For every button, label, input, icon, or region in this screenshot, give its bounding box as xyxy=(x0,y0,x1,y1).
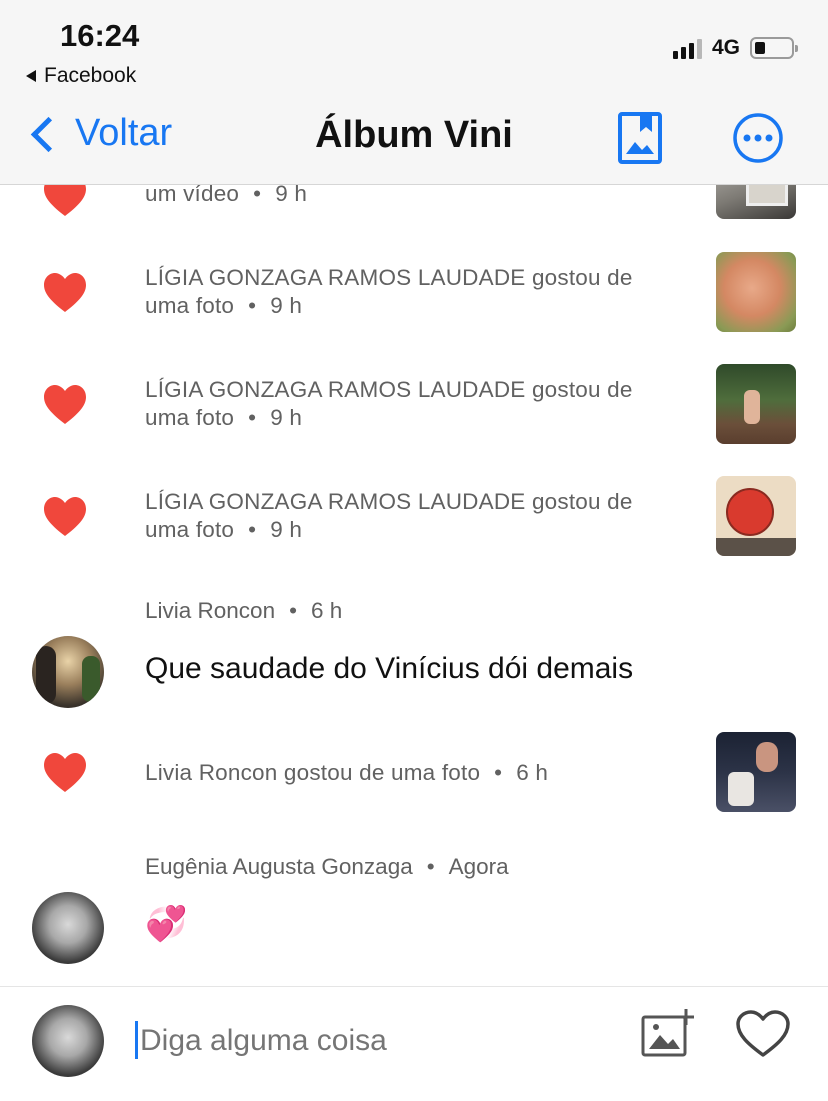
notification-text: Livia Roncon gostou de uma foto • 6 h xyxy=(145,760,549,785)
chevron-left-icon xyxy=(30,116,67,153)
back-button[interactable]: Voltar xyxy=(26,112,172,155)
list-item[interactable]: LÍGIA GONZAGA RAMOS LAUDADE gostou de um… xyxy=(0,476,828,558)
album-icon[interactable] xyxy=(616,112,664,164)
list-item[interactable]: LÍGIA GONZAGA RAMOS LAUDADE gostou de um… xyxy=(0,364,828,446)
avatar xyxy=(32,1005,104,1077)
add-photo-icon[interactable] xyxy=(640,1007,696,1059)
comment[interactable]: Livia Roncon • 6 h Que saudade do Vinícius… xyxy=(0,596,828,716)
comment-composer xyxy=(0,986,828,1101)
back-app-label: Facebook xyxy=(44,64,137,87)
network-label: 4G xyxy=(711,36,740,59)
avatar[interactable] xyxy=(32,892,104,964)
comment-meta: Livia Roncon • 6 h xyxy=(145,598,343,623)
heart-icon xyxy=(44,497,86,536)
comment-text: 💞 xyxy=(145,905,188,943)
list-item[interactable]: Livia Roncon gostou de uma foto • 6 h xyxy=(0,732,828,814)
heart-outline-icon[interactable] xyxy=(734,1009,792,1059)
top-bar: 16:24 Facebook 4G Voltar Álbum Vini xyxy=(0,0,828,185)
back-to-app-link[interactable]: Facebook xyxy=(26,64,136,88)
comment-text: Que saudade do Vinícius dói demais xyxy=(145,652,634,685)
status-time: 16:24 xyxy=(60,18,140,53)
notification-text: LÍGIA GONZAGA RAMOS LAUDADE gostou de um… xyxy=(145,265,633,318)
avatar[interactable] xyxy=(32,636,104,708)
photo-thumbnail[interactable] xyxy=(716,732,796,812)
notification-text: LÍGIA GONZAGA RAMOS LAUDADE gostou de um… xyxy=(145,377,633,430)
photo-thumbnail[interactable] xyxy=(716,252,796,332)
comment[interactable]: Eugênia Augusta Gonzaga • Agora 💞 xyxy=(0,852,828,972)
signal-icon xyxy=(672,37,702,59)
photo-thumbnail[interactable] xyxy=(716,364,796,444)
list-item[interactable]: LÍGIA GONZAGA RAMOS LAUDADE gostou de um… xyxy=(0,252,828,334)
heart-icon xyxy=(44,273,86,312)
back-label: Voltar xyxy=(75,112,173,154)
back-triangle-icon xyxy=(26,70,36,82)
heart-icon xyxy=(44,753,86,792)
notification-text: LÍGIA GONZAGA RAMOS LAUDADE gostou de um… xyxy=(145,489,633,542)
more-icon[interactable] xyxy=(732,112,784,164)
heart-icon xyxy=(44,385,86,424)
battery-icon xyxy=(750,37,798,59)
comment-input[interactable] xyxy=(138,1023,582,1059)
comment-meta: Eugênia Augusta Gonzaga • Agora xyxy=(145,854,509,879)
photo-thumbnail[interactable] xyxy=(716,476,796,556)
status-indicators: 4G xyxy=(672,36,798,60)
